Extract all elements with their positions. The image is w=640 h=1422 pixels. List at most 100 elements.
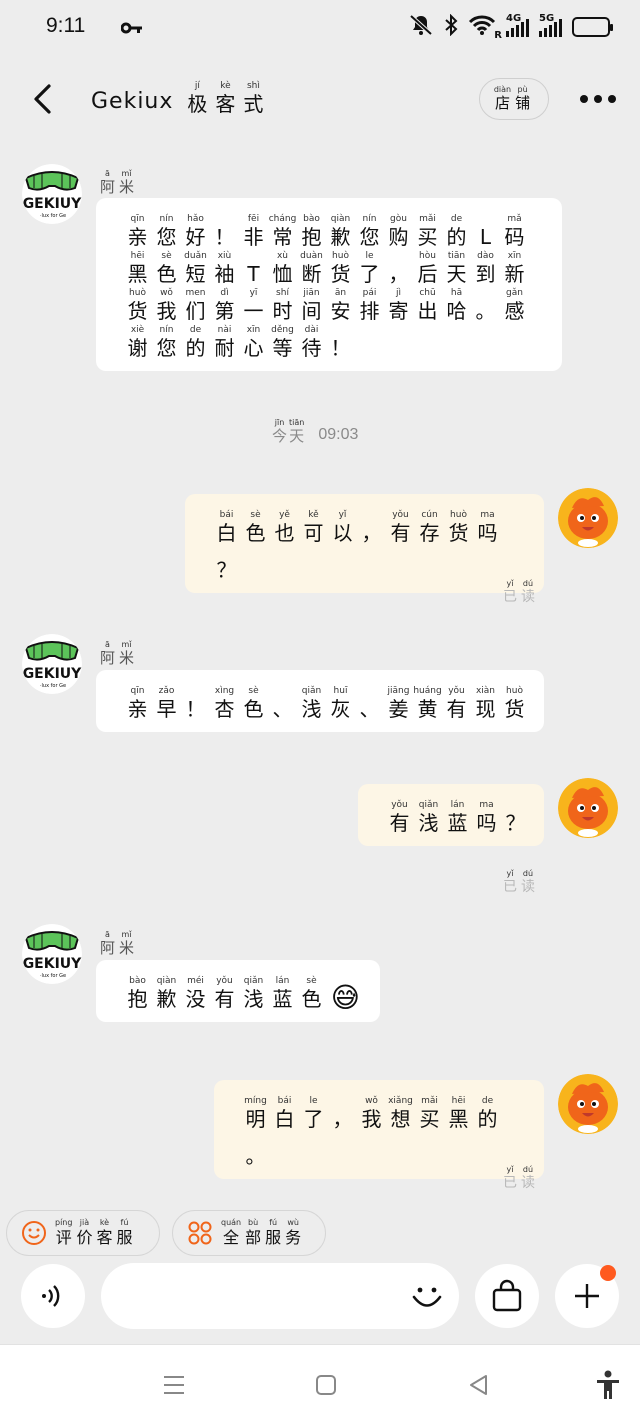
hanzi-char: 我 <box>361 1107 382 1131</box>
user-avatar[interactable] <box>558 778 618 838</box>
pinyin-char: qiǎn 浅 <box>297 685 326 722</box>
back-nav-button[interactable] <box>462 1369 494 1401</box>
shop-avatar[interactable]: GEKIUY ·lux for Ge <box>22 924 82 984</box>
pinyin-annotation: qiàn <box>156 976 177 986</box>
pinyin-annotation: hēi <box>451 1096 466 1106</box>
voice-button[interactable] <box>21 1264 85 1328</box>
hanzi-char: 有 <box>214 987 235 1011</box>
pinyin-char: fú 服 <box>116 1218 132 1248</box>
more-options-button[interactable] <box>580 92 624 106</box>
pinyin-char: dú 读 <box>521 1166 535 1192</box>
pinyin-annotation: qiǎn <box>243 976 264 986</box>
pinyin-annotation: huò <box>450 510 467 520</box>
user-avatar[interactable] <box>558 488 618 548</box>
read-receipt: yǐ 已 dú 读 <box>503 574 539 606</box>
hanzi-char: 了 <box>359 262 380 286</box>
pinyin-annotation: huò <box>129 288 146 298</box>
hanzi-char: 蓝 <box>272 987 293 1011</box>
pinyin-char: zǎo 早 <box>152 685 181 722</box>
pinyin-annotation: ma <box>479 800 494 810</box>
hanzi-char: 阿 <box>100 649 116 667</box>
pinyin-char: píng 评 <box>55 1218 72 1248</box>
pinyin-char: shì 式 <box>243 80 263 117</box>
pinyin-char: qiǎn 浅 <box>414 799 443 836</box>
hanzi-char: 黄 <box>417 697 438 721</box>
pinyin-annotation <box>368 685 371 697</box>
hanzi-char: 也 <box>274 521 295 545</box>
hanzi-char: 您 <box>156 225 177 249</box>
pinyin-char: mǐ 米 <box>119 169 134 197</box>
gekiux-logo-icon: GEKIUY ·lux for Ge <box>22 924 82 984</box>
hanzi-char: 米 <box>119 939 135 957</box>
message-bubble[interactable]: bái 白 sè 色 yě 也 kě 可 yǐ 以 ， yǒu 有 cún 存 huò 货 ma 吗 ？ <box>185 494 544 593</box>
chat-area[interactable]: GEKIUY ·lux for Ge ā 阿 mǐ 米 qīn 亲 nín 您 hǎo 好 ！ f… <box>0 144 640 1204</box>
signal-icon: 4G <box>506 13 529 37</box>
shop-avatar[interactable]: GEKIUY ·lux for Ge <box>22 634 82 694</box>
hanzi-char: 读 <box>521 879 535 895</box>
orange-mascot-icon <box>558 488 618 548</box>
pinyin-annotation: gòu <box>390 214 407 224</box>
back-button[interactable] <box>28 82 58 116</box>
emoji-button[interactable] <box>405 1274 449 1318</box>
shop-avatar[interactable]: GEKIUY ·lux for Ge <box>22 164 82 224</box>
pinyin-char: yǒu 有 <box>210 975 239 1012</box>
timestamp-time: 09:03 <box>318 426 359 443</box>
pinyin-char: fú 服 <box>265 1218 281 1248</box>
pinyin-char: duǎn 短 <box>181 250 210 287</box>
input-bar <box>0 1262 640 1342</box>
pinyin-char: ma 吗 <box>472 799 501 836</box>
pinyin-char: qiǎn 浅 <box>239 975 268 1012</box>
pinyin-annotation: quán <box>221 1218 242 1227</box>
menu-nav-button[interactable] <box>158 1369 190 1401</box>
shopping-bag-button[interactable] <box>475 1264 539 1328</box>
hanzi-char: 抱 <box>301 225 322 249</box>
pinyin-char: mǎi 买 <box>415 1095 444 1132</box>
pinyin-annotation: kě <box>308 510 319 520</box>
quick-actions-bar: píng 评 jià 价 kè 客 fú 服 quán 全 bù 部 fú 服 wù 务 <box>0 1210 640 1260</box>
pinyin-char: bào 抱 <box>123 975 152 1012</box>
all-services-button[interactable]: quán 全 bù 部 fú 服 wù 务 <box>172 1210 326 1256</box>
pinyin-char: 。 <box>471 287 500 324</box>
pinyin-annotation: bái <box>219 510 234 520</box>
pinyin-char: jiān 间 <box>297 287 326 324</box>
user-avatar[interactable] <box>558 1074 618 1134</box>
rate-service-button[interactable]: píng 评 jià 价 kè 客 fú 服 <box>6 1210 160 1256</box>
message-bubble[interactable]: qīn 亲 zǎo 早 ！ xìng 杏 sè 色 、 qiǎn 浅 huī 灰 、 jiāng 姜 huá… <box>96 670 544 732</box>
message-bubble[interactable]: míng 明 bái 白 le 了 ， wǒ 我 xiǎng 想 mǎi 买 hēi 黑 de 的 。 <box>214 1080 544 1179</box>
pinyin-annotation <box>514 799 517 811</box>
pinyin-char: yǒu 有 <box>442 685 471 722</box>
store-button[interactable]: diàn 店 pù 铺 <box>479 78 549 120</box>
read-receipt: yǐ 已 dú 读 <box>503 1160 539 1192</box>
message-bubble[interactable]: bào 抱 qiàn 歉 méi 没 yǒu 有 qiǎn 浅 lán 蓝 sè 色 😅 <box>96 960 380 1022</box>
pinyin-annotation: cún <box>421 510 438 520</box>
pinyin-char: cháng 常 <box>268 213 297 250</box>
hanzi-char: 的 <box>446 225 467 249</box>
pinyin-char: kè 客 <box>215 80 235 117</box>
hanzi-char: 早 <box>156 697 177 721</box>
pinyin-char: sè 色 <box>297 975 326 1012</box>
pinyin-annotation: ā <box>105 169 110 178</box>
hanzi-char: 非 <box>243 225 264 249</box>
hanzi-char: 价 <box>76 1228 93 1247</box>
pinyin-char: xīn 新 <box>500 250 529 287</box>
dot-icon <box>594 95 602 103</box>
pinyin-annotation: bào <box>129 976 146 986</box>
pinyin-annotation: ā <box>105 640 110 649</box>
pinyin-annotation: lán <box>450 800 465 810</box>
pinyin-char: mǐ 米 <box>119 640 134 668</box>
pinyin-annotation: mǎ <box>507 214 522 224</box>
hanzi-char: 务 <box>285 1228 302 1247</box>
home-nav-button[interactable] <box>310 1369 342 1401</box>
menu-icon <box>164 1376 184 1394</box>
pinyin-annotation <box>223 213 226 225</box>
message-bubble[interactable]: yǒu 有 qiǎn 浅 lán 蓝 ma 吗 ？ <box>358 784 544 846</box>
pinyin-annotation: xīn <box>246 325 261 335</box>
message-text: bái 白 sè 色 yě 也 kě 可 yǐ 以 ， yǒu 有 cún 存 huò 货 ma 吗 ？ <box>212 509 530 583</box>
message-bubble[interactable]: qīn 亲 nín 您 hǎo 好 ！ fēi 非 cháng 常 bào 抱 qiàn 歉 nín 您 gòu… <box>96 198 562 371</box>
pinyin-char: ！ <box>210 213 239 250</box>
accessibility-button[interactable] <box>592 1369 624 1401</box>
pinyin-char: ， <box>357 509 386 546</box>
pinyin-annotation <box>252 250 255 262</box>
pinyin-char: kè 客 <box>96 1218 112 1248</box>
title-latin: Gekiux <box>91 89 174 114</box>
